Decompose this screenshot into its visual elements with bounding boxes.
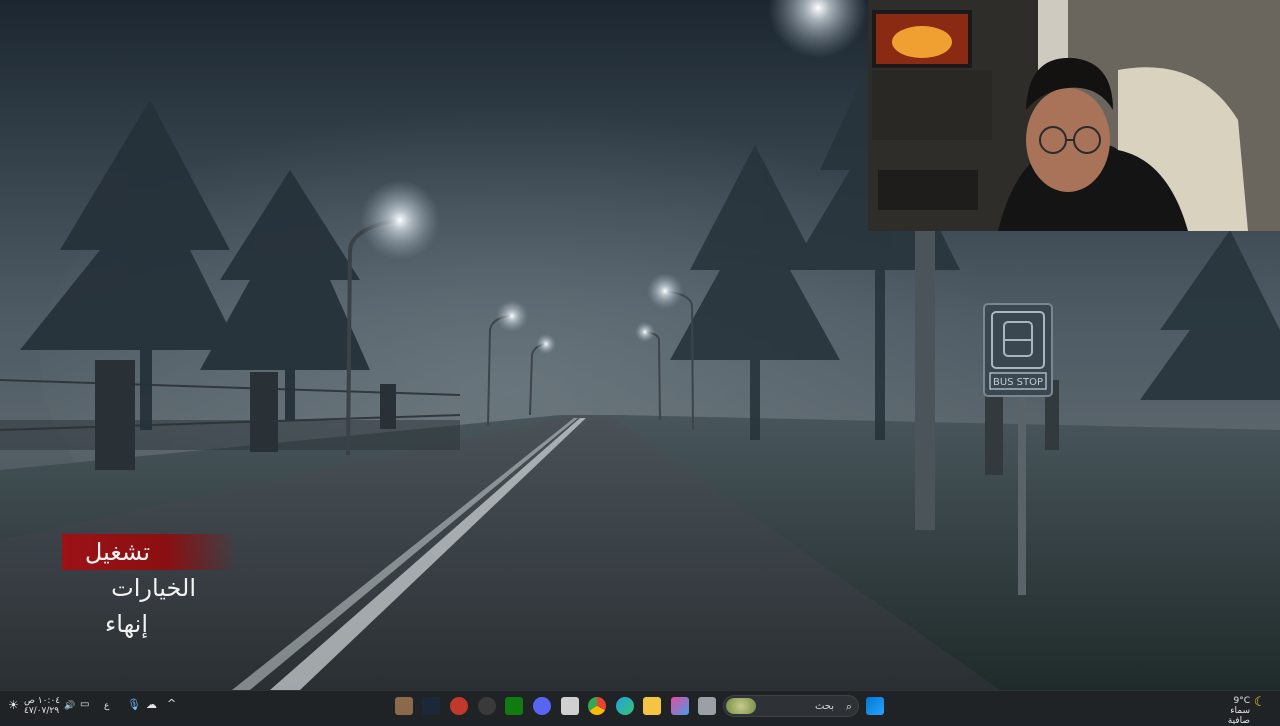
recording-app-icon[interactable] xyxy=(450,697,468,715)
language-indicator[interactable]: ع xyxy=(104,701,109,711)
webcam-overlay xyxy=(868,0,1280,231)
search-highlight-image xyxy=(726,698,756,714)
microphone-icon[interactable]: 🎙 xyxy=(127,699,141,710)
media-player-icon[interactable] xyxy=(478,697,496,715)
menu-play[interactable]: تشغيل xyxy=(62,534,236,570)
task-view-icon[interactable] xyxy=(698,697,716,715)
windows-start-icon[interactable] xyxy=(866,697,884,715)
onedrive-icon[interactable]: ☁ xyxy=(146,699,157,710)
chevron-up-icon[interactable]: ^ xyxy=(167,698,176,709)
webcam-feed xyxy=(868,0,1280,231)
search-placeholder: بحث xyxy=(814,701,834,712)
clock[interactable]: ١٠:٠٤ ص ٤٧/٠٧/٢٩ xyxy=(24,696,60,716)
menu-quit[interactable]: إنهاء xyxy=(62,606,242,642)
discord-icon[interactable] xyxy=(533,697,551,715)
windows-taskbar: ☀ ١٠:٠٤ ص ٤٧/٠٧/٢٩ 🔊 ▭ ع 🎙 ☁ ^ بحث ⌕ 9°C… xyxy=(0,690,1280,726)
network-icon[interactable]: ▭ xyxy=(80,700,89,710)
weather-desc: سماء صافية xyxy=(1227,706,1250,726)
clock-date: ٤٧/٠٧/٢٩ xyxy=(24,706,60,716)
bus-stop-sign-text: BUS STOP xyxy=(993,377,1043,388)
store-icon[interactable] xyxy=(561,697,579,715)
chrome-icon[interactable] xyxy=(588,697,606,715)
game-app-icon[interactable] xyxy=(395,697,413,715)
menu-options[interactable]: الخيارات xyxy=(62,570,242,606)
search-icon: ⌕ xyxy=(845,700,852,713)
main-menu: تشغيل الخيارات إنهاء xyxy=(62,534,242,642)
weather-temp: 9°C xyxy=(1233,696,1250,706)
moon-icon[interactable]: ☾ xyxy=(1254,696,1266,709)
speaker-icon[interactable]: 🔊 xyxy=(64,701,75,711)
clock-time: ١٠:٠٤ ص xyxy=(24,696,61,706)
weather-sun-icon[interactable]: ☀ xyxy=(8,699,19,711)
weather-widget[interactable]: 9°C سماء صافية xyxy=(1206,696,1250,726)
taskbar-search[interactable]: بحث ⌕ xyxy=(723,695,859,717)
steam-icon[interactable] xyxy=(422,697,440,715)
file-explorer-icon[interactable] xyxy=(643,697,661,715)
edge-icon[interactable] xyxy=(616,697,634,715)
xbox-icon[interactable] xyxy=(505,697,523,715)
copilot-icon[interactable] xyxy=(671,697,689,715)
